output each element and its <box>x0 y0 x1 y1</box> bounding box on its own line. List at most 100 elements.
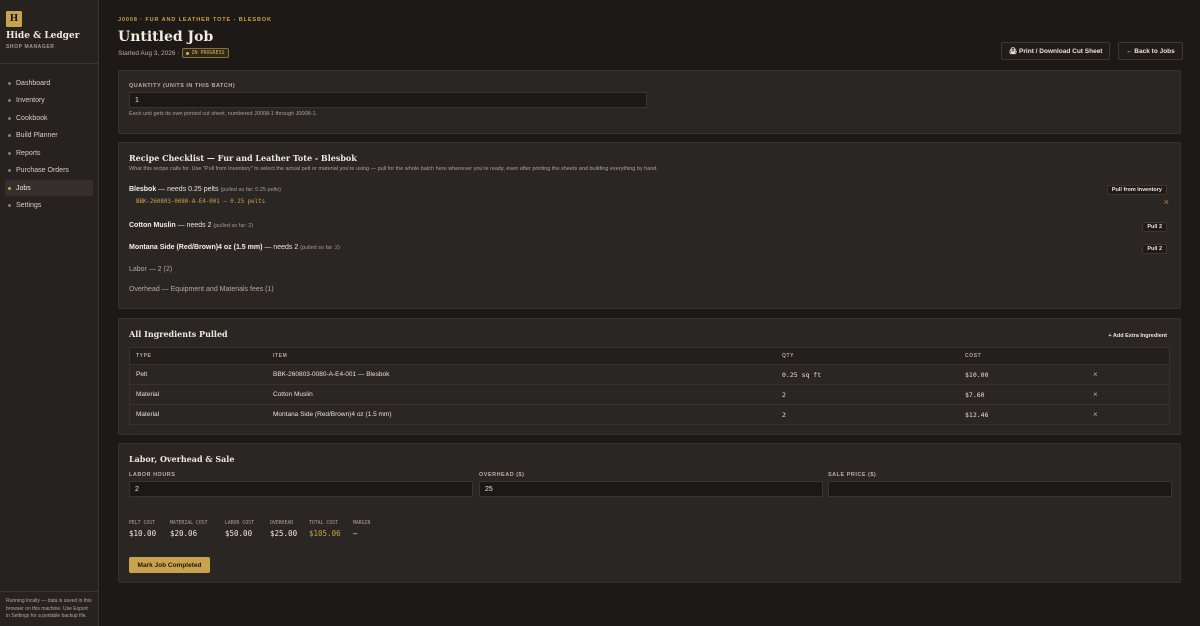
overhead-input[interactable]: 25 <box>479 481 823 497</box>
print-button-label: 🖨 Print / Download Cut Sheet <box>1009 48 1103 55</box>
cell-item: Montana Side (Red/Brown)4 oz (1.5 mm) <box>273 411 392 418</box>
bullet-icon <box>8 169 11 172</box>
cell-item: Cotton Muslin <box>273 391 313 398</box>
labor-hours-input[interactable]: 2 <box>129 481 473 497</box>
checklist-labor: Labor — 2 (2) <box>129 266 173 273</box>
sidebar: H Hide & Ledger SHOP MANAGER Dashboard I… <box>0 0 99 626</box>
cell-cost: $12.46 <box>965 410 989 419</box>
stat-value: — <box>353 529 358 538</box>
sidebar-item-label: Purchase Orders <box>16 167 69 174</box>
sidebar-item-jobs[interactable]: Jobs <box>5 180 93 196</box>
status-badge: IN PROGRESS <box>182 48 229 58</box>
stat-material-cost: MATERIAL COST $20.06 <box>170 521 208 538</box>
bullet-icon <box>8 99 11 102</box>
table-header: TYPE ITEM QTY COST <box>130 348 1169 364</box>
breadcrumb: J0008 · FUR AND LEATHER TOTE - BLESBOK <box>118 17 272 23</box>
sale-price-input[interactable] <box>828 481 1172 497</box>
quantity-card: QUANTITY (UNITS IN THIS BATCH) 1 Each un… <box>118 70 1181 134</box>
sidebar-item-cookbook[interactable]: Cookbook <box>5 110 93 126</box>
stat-labor-cost: LABOR COST $50.00 <box>225 521 254 538</box>
stat-value: $25.00 <box>270 529 298 538</box>
bullet-icon <box>8 204 11 207</box>
labor-overhead-sale-card: Labor, Overhead & Sale LABOR HOURS 2 OVE… <box>118 443 1181 583</box>
sidebar-item-label: Inventory <box>16 97 45 104</box>
started-date: Started Aug 3, 2026 · <box>118 49 180 57</box>
status-dot-icon <box>186 51 190 55</box>
sidebar-item-label: Reports <box>16 149 41 157</box>
cell-cost: $10.00 <box>965 370 989 379</box>
sidebar-item-label: Dashboard <box>16 79 51 87</box>
remove-pulled-icon[interactable]: × <box>1164 197 1169 207</box>
pull-montana-side-button[interactable]: Pull 2 <box>1142 244 1167 254</box>
add-extra-ingredient-button[interactable]: + Add Extra Ingredient <box>1104 330 1171 342</box>
checklist-item-montana-side: Montana Side (Red/Brown)4 oz (1.5 mm) — … <box>129 244 340 251</box>
sidebar-item-purchase-orders[interactable]: Purchase Orders <box>5 163 93 179</box>
stat-label: PELT COST <box>129 521 155 526</box>
sidebar-item-reports[interactable]: Reports <box>5 145 93 161</box>
item-pulled-note: (pulled so far: 2) <box>300 245 340 251</box>
cell-type: Pelt <box>136 371 148 378</box>
pull-cotton-muslin-button[interactable]: Pull 2 <box>1142 222 1167 232</box>
item-need: — needs 2 <box>175 222 212 229</box>
sidebar-item-label: Settings <box>16 202 42 209</box>
stat-label: LABOR COST <box>225 521 254 526</box>
ingredients-card: All Ingredients Pulled + Add Extra Ingre… <box>118 318 1181 435</box>
stat-pelt-cost: PELT COST $10.00 <box>129 521 156 538</box>
bullet-icon <box>8 81 11 85</box>
cell-type: Material <box>136 391 160 398</box>
pull-from-inventory-button[interactable]: Pull from Inventory <box>1106 185 1167 195</box>
sidebar-item-build-planner[interactable]: Build Planner <box>5 128 93 144</box>
cell-qty: 2 <box>782 390 786 399</box>
brand: H Hide & Ledger SHOP MANAGER <box>0 0 98 64</box>
ingredients-table: TYPE ITEM QTY COST Pelt BBK-260803-0080-… <box>129 347 1170 425</box>
bullet-icon <box>8 151 11 155</box>
sidebar-item-inventory[interactable]: Inventory <box>5 93 93 109</box>
checklist-title: Recipe Checklist — Fur and Leather Tote … <box>129 153 357 163</box>
brand-logo[interactable]: H <box>6 11 22 27</box>
page-title: Untitled Job <box>118 29 214 45</box>
quantity-input[interactable]: 1 <box>129 92 647 108</box>
brand-subtitle: SHOP MANAGER <box>6 44 55 50</box>
remove-row-icon[interactable]: × <box>1092 370 1169 379</box>
sidebar-footer-note: Running locally — data is saved in this … <box>0 591 98 626</box>
overhead-label: OVERHEAD ($) <box>479 472 525 478</box>
sidebar-item-settings[interactable]: Settings <box>5 198 93 214</box>
sidebar-item-dashboard[interactable]: Dashboard <box>5 75 93 91</box>
stat-label: OVERHEAD <box>270 521 294 526</box>
main-content: J0008 · FUR AND LEATHER TOTE - BLESBOK U… <box>100 0 1200 626</box>
checklist-item-cotton-muslin: Cotton Muslin — needs 2 (pulled so far: … <box>129 222 253 229</box>
item-name: Cotton Muslin <box>129 222 176 229</box>
stat-value: $20.06 <box>170 529 198 538</box>
table-row: Material Montana Side (Red/Brown)4 oz (1… <box>130 404 1169 424</box>
item-need: — needs 2 <box>262 244 299 251</box>
quantity-label: QUANTITY (UNITS IN THIS BATCH) <box>129 83 236 89</box>
remove-row-icon[interactable]: × <box>1092 410 1169 419</box>
checklist-overhead: Overhead — Equipment and Materials fees … <box>129 286 274 293</box>
labor-section-title: Labor, Overhead & Sale <box>129 454 235 464</box>
table-row: Pelt BBK-260803-0080-A-E4-001 — Blesbok … <box>130 364 1169 384</box>
item-need: — needs 0.25 pelts <box>156 186 219 193</box>
stat-value: $105.06 <box>309 529 341 538</box>
started-line: Started Aug 3, 2026 · IN PROGRESS <box>118 48 229 58</box>
item-pulled-note: (pulled so far: 0.25 pelts) <box>220 187 281 193</box>
sidebar-item-label: Build Planner <box>16 132 58 139</box>
col-cost: COST <box>965 353 982 359</box>
ingredients-title: All Ingredients Pulled <box>129 329 228 339</box>
stat-total-cost: TOTAL COST $105.06 <box>309 521 341 538</box>
mark-job-completed-button[interactable]: Mark Job Completed <box>129 557 210 573</box>
bullet-icon <box>8 134 11 137</box>
cell-qty: 0.25 sq ft <box>782 370 822 379</box>
col-type: TYPE <box>136 353 152 359</box>
col-qty: QTY <box>782 353 795 359</box>
print-cut-sheet-button[interactable]: 🖨 Print / Download Cut Sheet <box>1001 42 1111 60</box>
stat-label: TOTAL COST <box>309 521 338 526</box>
sale-price-label: SALE PRICE ($) <box>828 472 877 478</box>
cell-cost: $7.60 <box>965 390 985 399</box>
recipe-checklist-card: Recipe Checklist — Fur and Leather Tote … <box>118 142 1181 309</box>
remove-row-icon[interactable]: × <box>1092 390 1169 399</box>
checklist-help: What this recipe calls for. Use "Pull fr… <box>129 166 658 172</box>
back-to-jobs-button[interactable]: ← Back to Jobs <box>1118 42 1183 60</box>
item-pulled-note: (pulled so far: 2) <box>213 223 254 229</box>
sidebar-item-label: Cookbook <box>16 114 48 122</box>
cell-type: Material <box>136 411 160 418</box>
